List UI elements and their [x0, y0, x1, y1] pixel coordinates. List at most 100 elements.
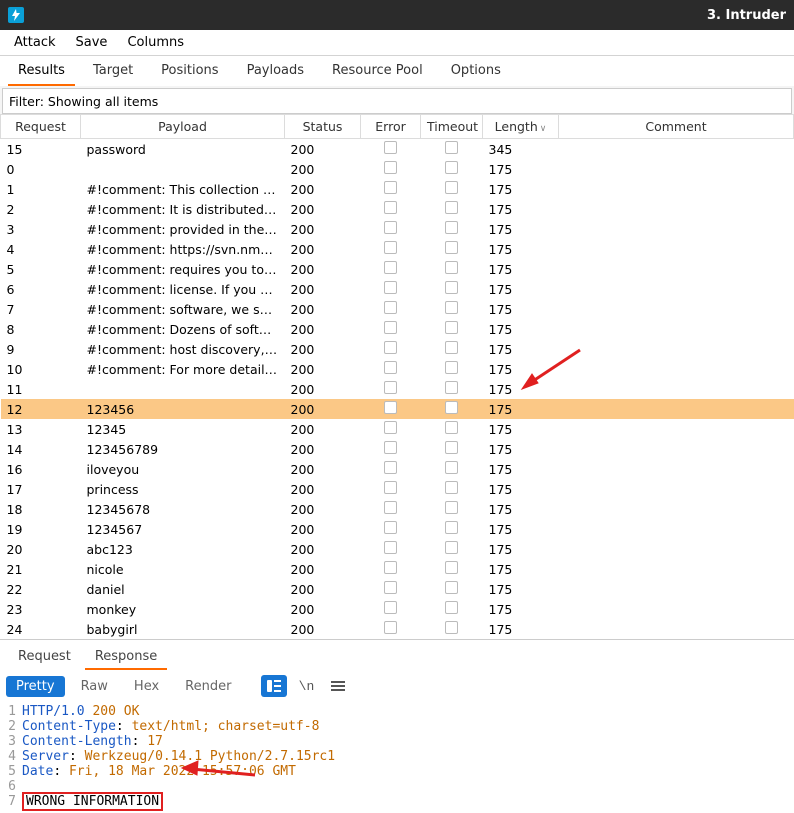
checkbox-icon	[445, 421, 458, 434]
checkbox-icon	[445, 181, 458, 194]
column-header-length[interactable]: Length∨	[483, 115, 559, 139]
table-row[interactable]: 17princess200175	[1, 479, 794, 499]
checkbox-icon	[445, 301, 458, 314]
request-response-panel: Request Response Pretty Raw Hex Render \…	[0, 639, 794, 813]
checkbox-icon	[384, 501, 397, 514]
checkbox-icon	[445, 521, 458, 534]
checkbox-icon	[384, 361, 397, 374]
table-row[interactable]: 24babygirl200175	[1, 619, 794, 639]
table-row[interactable]: 3#!comment: provided in the LIC...200175	[1, 219, 794, 239]
window-title: 3. Intruder	[707, 8, 786, 23]
checkbox-icon	[445, 621, 458, 634]
view-mode-render[interactable]: Render	[175, 676, 241, 697]
response-editor[interactable]: 1HTTP/1.0 200 OK2Content-Type: text/html…	[0, 702, 794, 813]
table-row[interactable]: 191234567200175	[1, 519, 794, 539]
line-content: Date: Fri, 18 Mar 2022 15:57:06 GMT	[22, 764, 296, 779]
tab-resource-pool[interactable]: Resource Pool	[318, 56, 437, 86]
table-row[interactable]: 6#!comment: license. If you wish ...2001…	[1, 279, 794, 299]
menu-attack[interactable]: Attack	[4, 32, 66, 53]
checkbox-icon	[445, 361, 458, 374]
column-header-request[interactable]: Request	[1, 115, 81, 139]
line-number: 2	[4, 719, 22, 734]
checkbox-icon	[445, 201, 458, 214]
checkbox-icon	[445, 601, 458, 614]
tab-options[interactable]: Options	[437, 56, 515, 86]
newline-toggle[interactable]: \n	[293, 675, 319, 697]
table-row[interactable]: 1812345678200175	[1, 499, 794, 519]
column-header-payload[interactable]: Payload	[81, 115, 285, 139]
main-tabs: Results Target Positions Payloads Resour…	[0, 56, 794, 86]
table-row[interactable]: 5#!comment: requires you to lice...20017…	[1, 259, 794, 279]
tab-request[interactable]: Request	[6, 643, 83, 670]
column-header-status[interactable]: Status	[285, 115, 361, 139]
table-row[interactable]: 2#!comment: It is distributed und...2001…	[1, 199, 794, 219]
checkbox-icon	[384, 241, 397, 254]
line-number: 7	[4, 794, 22, 809]
menu-save[interactable]: Save	[66, 32, 118, 53]
show-non-printable-toggle[interactable]	[261, 675, 287, 697]
line-content: Server: Werkzeug/0.14.1 Python/2.7.15rc1	[22, 749, 335, 764]
menu-columns[interactable]: Columns	[117, 32, 194, 53]
line-content: WRONG INFORMATION	[22, 794, 163, 809]
table-row[interactable]: 1#!comment: This collection of d...20017…	[1, 179, 794, 199]
table-row[interactable]: 23monkey200175	[1, 599, 794, 619]
filter-bar[interactable]: Filter: Showing all items	[2, 88, 792, 114]
table-row[interactable]: 21nicole200175	[1, 559, 794, 579]
editor-line: 2Content-Type: text/html; charset=utf-8	[4, 719, 790, 734]
checkbox-icon	[384, 161, 397, 174]
checkbox-icon	[384, 221, 397, 234]
checkbox-icon	[384, 281, 397, 294]
table-row[interactable]: 14123456789200175	[1, 439, 794, 459]
hamburger-icon[interactable]	[325, 675, 351, 697]
table-row[interactable]: 9#!comment: host discovery, port...20017…	[1, 339, 794, 359]
table-row[interactable]: 10#!comment: For more details, s...20017…	[1, 359, 794, 379]
editor-line: 3Content-Length: 17	[4, 734, 790, 749]
column-header-comment[interactable]: Comment	[559, 115, 794, 139]
checkbox-icon	[445, 581, 458, 594]
line-number: 1	[4, 704, 22, 719]
checkbox-icon	[445, 481, 458, 494]
checkbox-icon	[384, 381, 397, 394]
view-mode-hex[interactable]: Hex	[124, 676, 169, 697]
editor-line: 4Server: Werkzeug/0.14.1 Python/2.7.15rc…	[4, 749, 790, 764]
column-header-error[interactable]: Error	[361, 115, 421, 139]
table-row[interactable]: 20abc123200175	[1, 539, 794, 559]
table-row[interactable]: 4#!comment: https://svn.nmap.or...200175	[1, 239, 794, 259]
line-content: Content-Length: 17	[22, 734, 163, 749]
checkbox-icon	[384, 401, 397, 414]
checkbox-icon	[384, 541, 397, 554]
checkbox-icon	[384, 621, 397, 634]
checkbox-icon	[445, 561, 458, 574]
table-header-row: Request Payload Status Error Timeout Len…	[1, 115, 794, 139]
checkbox-icon	[384, 141, 397, 154]
table-row[interactable]: 16iloveyou200175	[1, 459, 794, 479]
checkbox-icon	[384, 321, 397, 334]
table-row[interactable]: 7#!comment: software, we sell al...20017…	[1, 299, 794, 319]
checkbox-icon	[445, 501, 458, 514]
view-mode-pretty[interactable]: Pretty	[6, 676, 65, 697]
table-row[interactable]: 22daniel200175	[1, 579, 794, 599]
app-icon	[8, 7, 24, 23]
checkbox-icon	[445, 541, 458, 554]
menubar: Attack Save Columns	[0, 30, 794, 56]
table-row[interactable]: 0200175	[1, 159, 794, 179]
tab-positions[interactable]: Positions	[147, 56, 232, 86]
tab-payloads[interactable]: Payloads	[233, 56, 318, 86]
tab-results[interactable]: Results	[4, 56, 79, 86]
checkbox-icon	[384, 601, 397, 614]
table-row[interactable]: 12123456200175	[1, 399, 794, 419]
table-row[interactable]: 8#!comment: Dozens of software...200175	[1, 319, 794, 339]
checkbox-icon	[384, 301, 397, 314]
editor-line: 7WRONG INFORMATION	[4, 794, 790, 809]
checkbox-icon	[445, 461, 458, 474]
column-header-timeout[interactable]: Timeout	[421, 115, 483, 139]
checkbox-icon	[384, 201, 397, 214]
tab-response[interactable]: Response	[83, 643, 169, 670]
line-content: HTTP/1.0 200 OK	[22, 704, 139, 719]
view-mode-raw[interactable]: Raw	[71, 676, 118, 697]
checkbox-icon	[445, 141, 458, 154]
tab-target[interactable]: Target	[79, 56, 147, 86]
table-row[interactable]: 11200175	[1, 379, 794, 399]
table-row[interactable]: 1312345200175	[1, 419, 794, 439]
table-row[interactable]: 15password200345	[1, 139, 794, 160]
